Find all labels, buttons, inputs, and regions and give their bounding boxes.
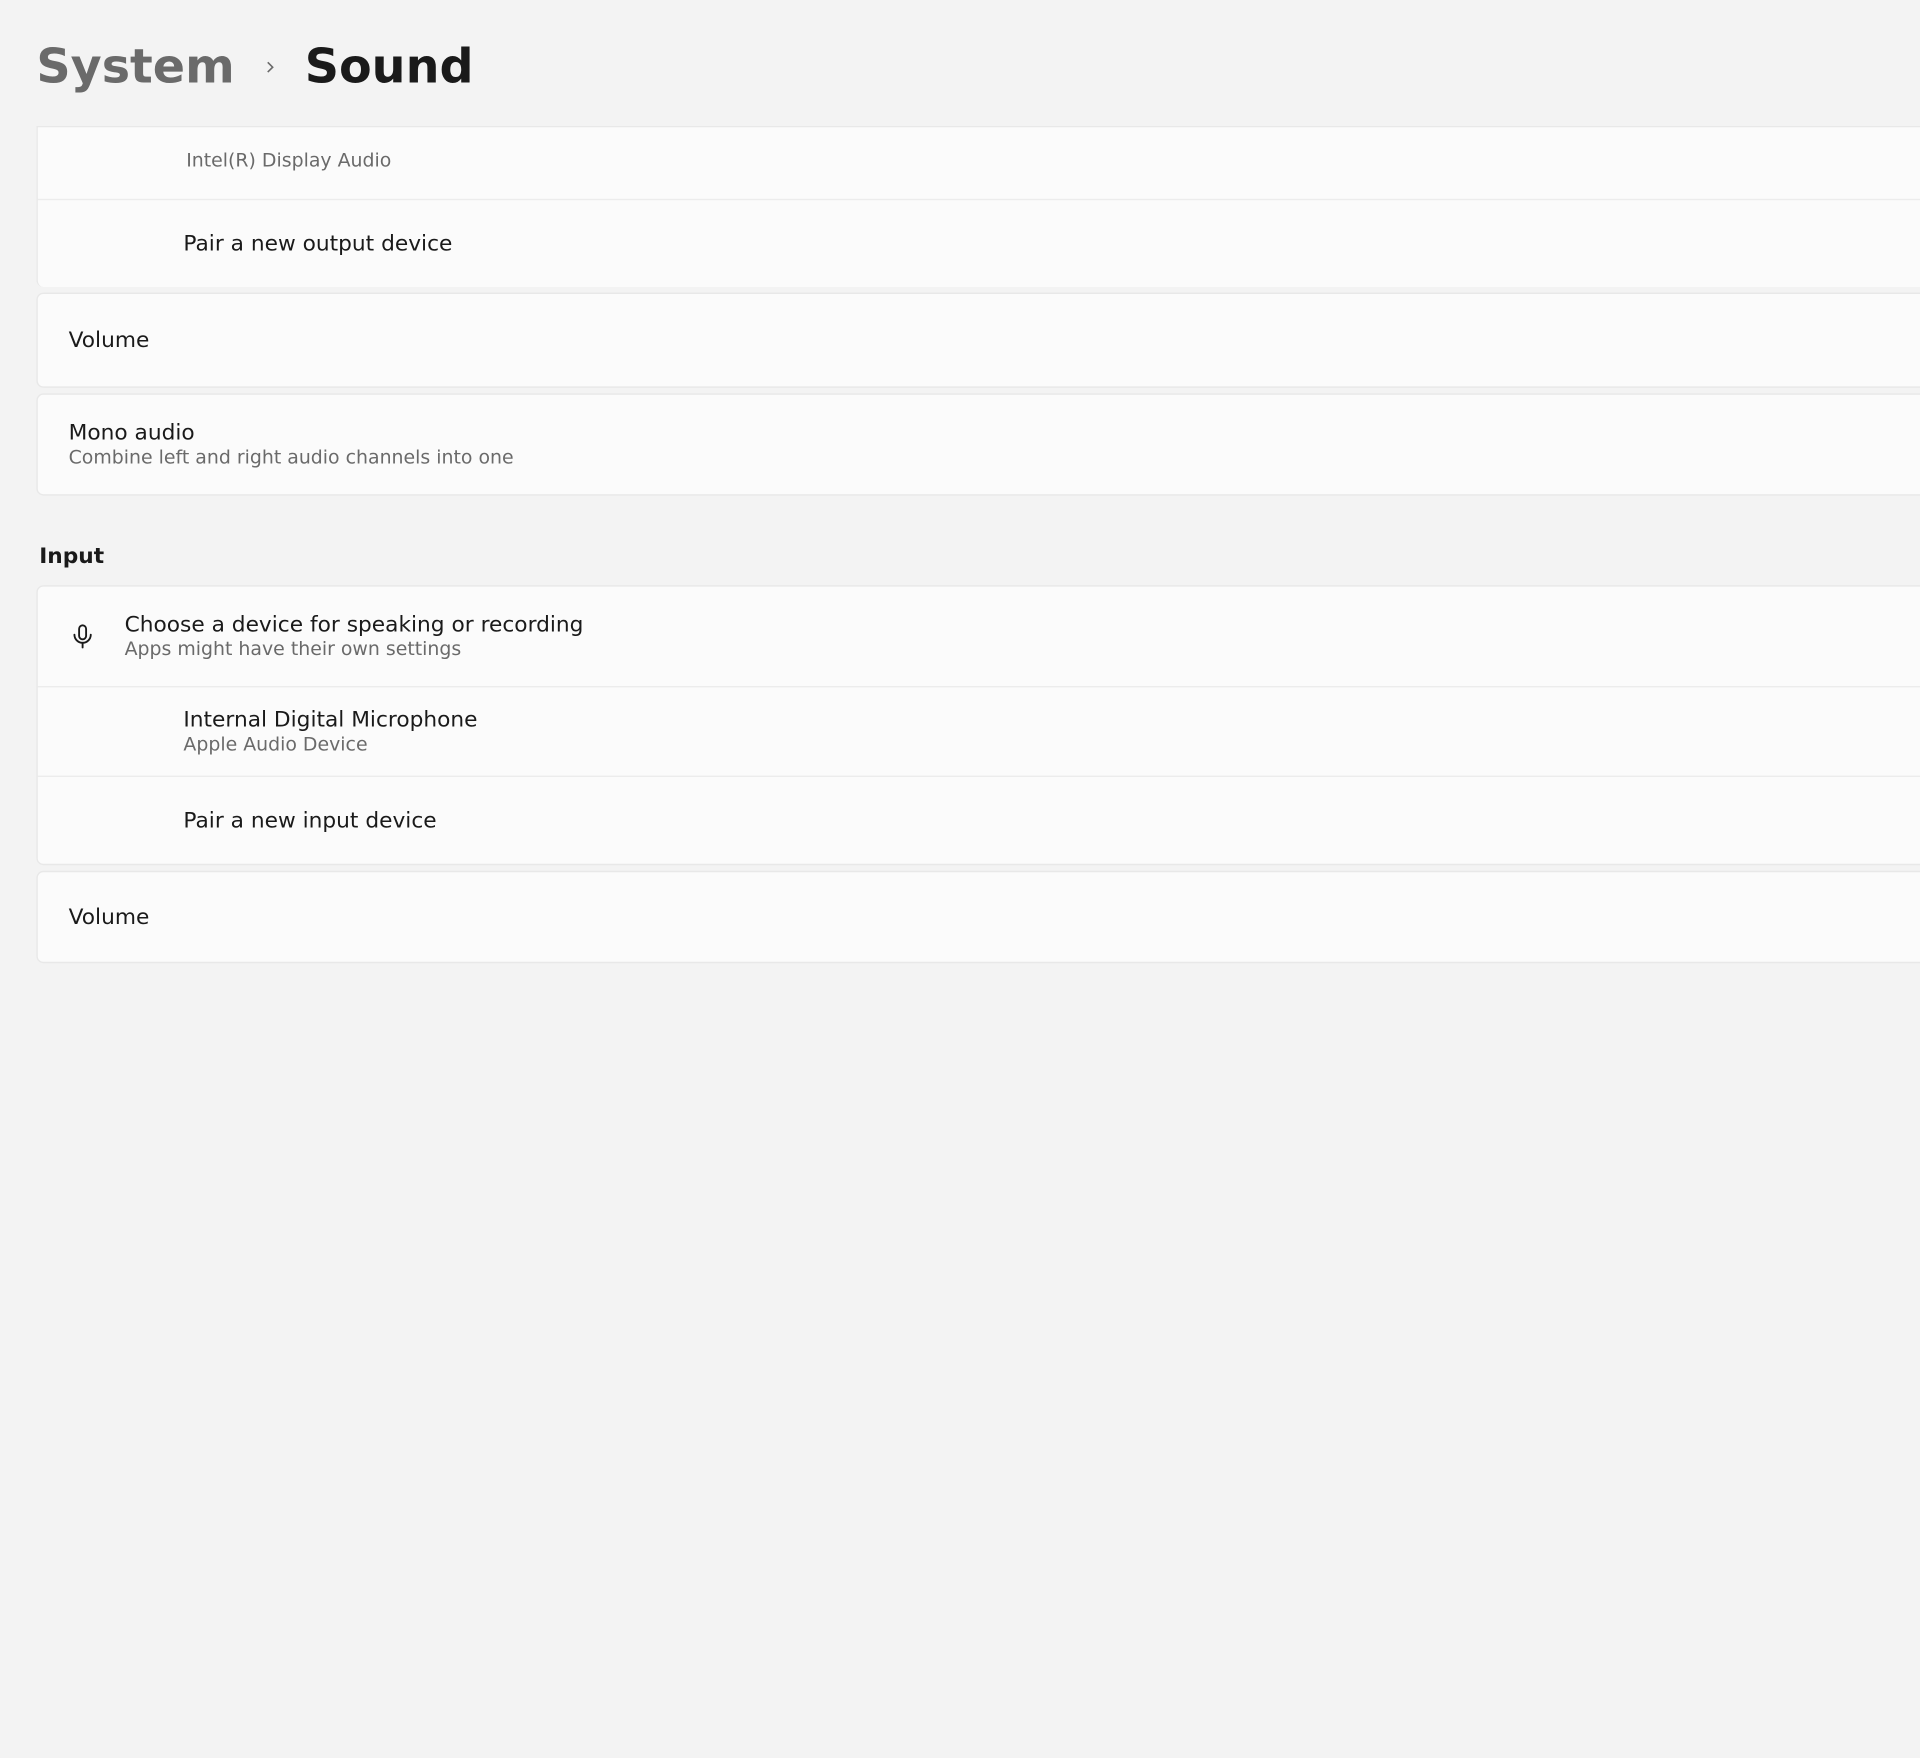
output-device-sublabel: Intel(R) Display Audio [186, 149, 391, 171]
pair-input-row: Pair a new input device Add device [38, 777, 1920, 864]
breadcrumb-parent[interactable]: System [36, 39, 234, 95]
output-volume-label: Volume [69, 328, 1920, 353]
choose-input-title: Choose a device for speaking or recordin… [125, 612, 1920, 637]
pair-output-label: Pair a new output device [183, 231, 1920, 256]
input-device-title: Internal Digital Microphone [183, 707, 1920, 732]
input-device-row[interactable]: Internal Digital Microphone Apple Audio … [38, 687, 1920, 777]
input-volume-card: Volume 88 [36, 871, 1920, 963]
mono-audio-sub: Combine left and right audio channels in… [69, 447, 1920, 469]
output-devices-card: Intel(R) Display Audio Pair a new output… [36, 126, 1920, 287]
choose-input-sub: Apps might have their own settings [125, 638, 1920, 660]
mono-audio-card: Mono audio Combine left and right audio … [36, 393, 1920, 495]
input-device-sub: Apple Audio Device [183, 734, 1920, 756]
mono-audio-title: Mono audio [69, 420, 1920, 445]
input-volume-label: Volume [69, 904, 1920, 929]
breadcrumb-current: Sound [305, 39, 474, 95]
chevron-right-icon [260, 57, 280, 77]
input-section-title: Input [39, 543, 1920, 568]
microphone-icon [69, 622, 97, 650]
output-volume-card: Volume 100 [36, 293, 1920, 388]
pair-input-label: Pair a new input device [183, 808, 1920, 833]
input-devices-card: Choose a device for speaking or recordin… [36, 585, 1920, 865]
breadcrumb: System Sound [36, 0, 1920, 126]
pair-output-row: Pair a new output device Add device [38, 200, 1920, 287]
choose-input-row[interactable]: Choose a device for speaking or recordin… [38, 587, 1920, 688]
